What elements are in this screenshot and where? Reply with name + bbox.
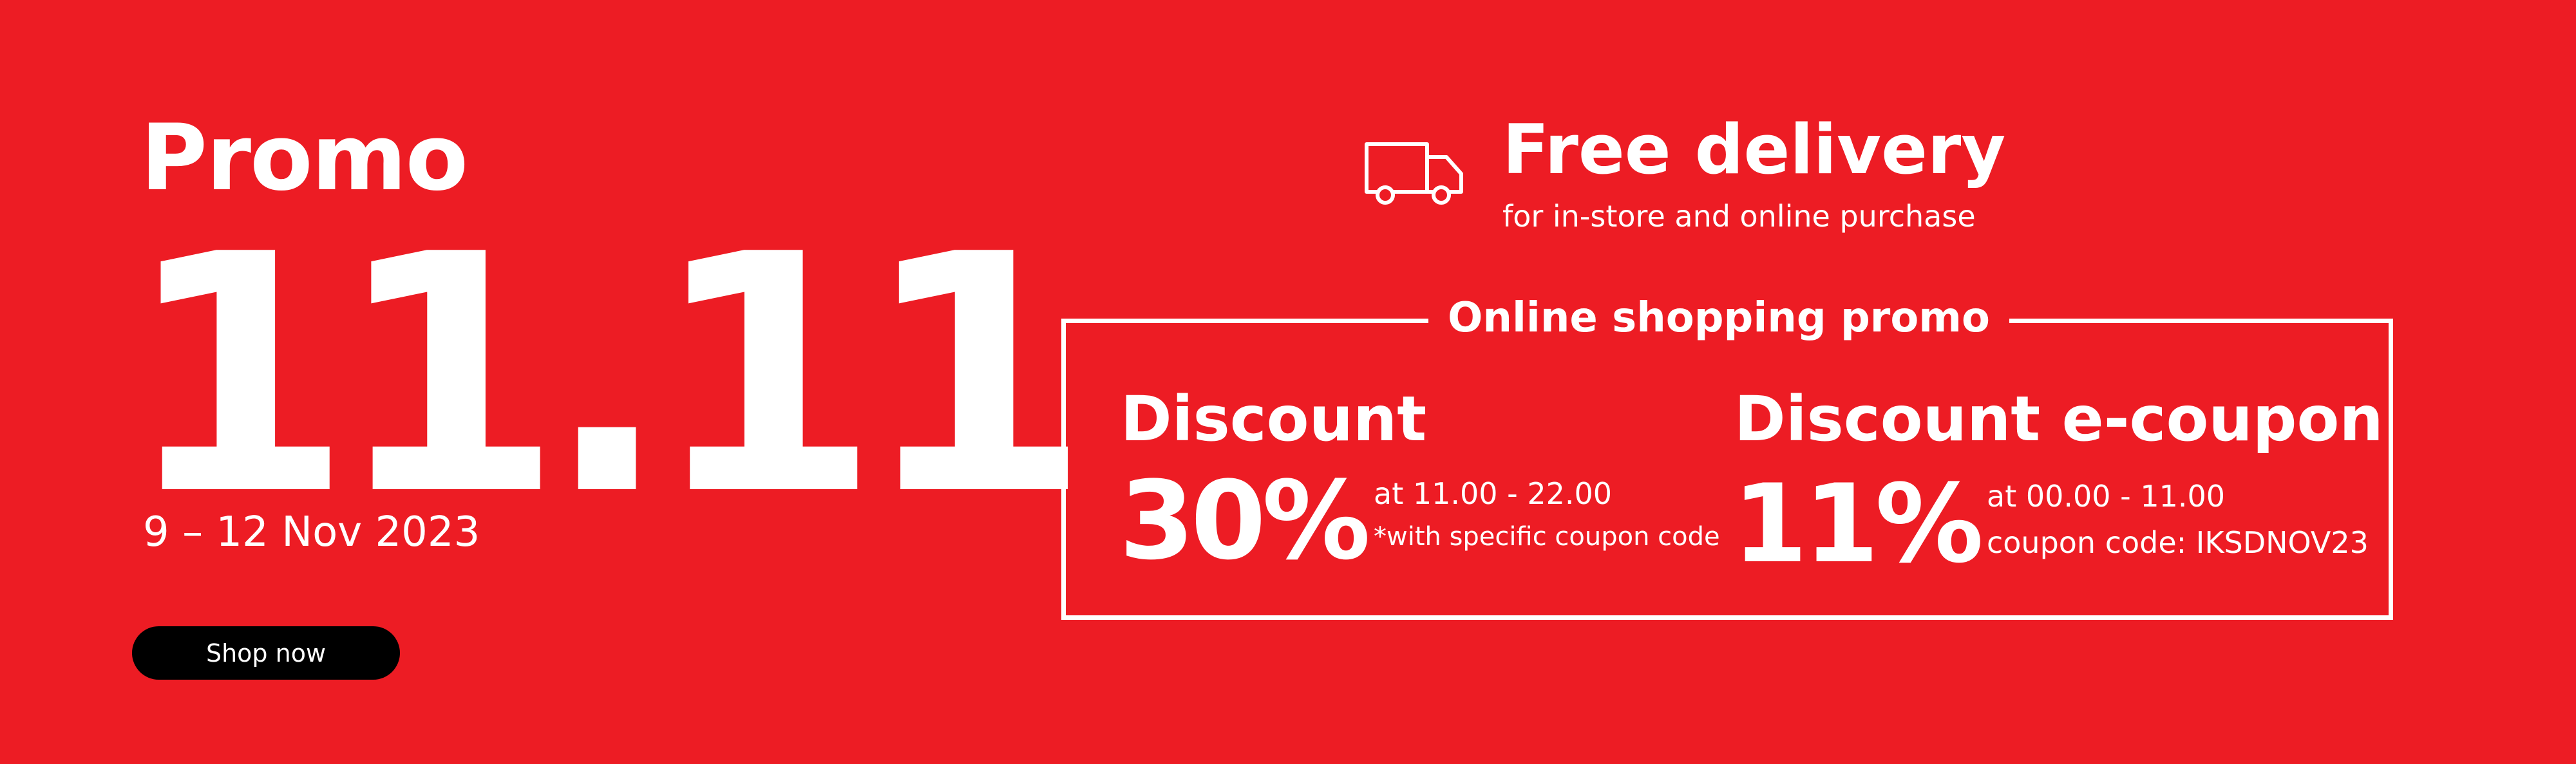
free-delivery-title: Free delivery: [1502, 110, 2006, 189]
promo-date-headline: 11.11: [124, 185, 1090, 567]
promo-banner: Promo 11.11 9 – 12 Nov 2023 Shop now Fre…: [0, 0, 2576, 764]
shop-now-button[interactable]: Shop now: [132, 626, 400, 680]
truck-icon: [1365, 142, 1463, 205]
discount-amount: 30%: [1119, 458, 1370, 584]
discount-note: *with specific coupon code: [1374, 522, 1720, 552]
discount-ecoupon-amount: 11%: [1732, 461, 1984, 587]
coupon-code: coupon code: IKSDNOV23: [1987, 525, 2369, 560]
online-promo-title: Online shopping promo: [1428, 294, 2009, 342]
discount-ecoupon-time: at 00.00 - 11.00: [1987, 479, 2226, 514]
shop-now-label: Shop now: [205, 638, 327, 667]
discount-title: Discount: [1121, 383, 1427, 455]
free-delivery-subtitle: for in-store and online purchase: [1502, 199, 1976, 234]
discount-ecoupon-title: Discount e-coupon: [1734, 383, 2383, 455]
discount-time: at 11.00 - 22.00: [1374, 476, 1613, 511]
promo-date-range: 9 – 12 Nov 2023: [143, 508, 480, 556]
